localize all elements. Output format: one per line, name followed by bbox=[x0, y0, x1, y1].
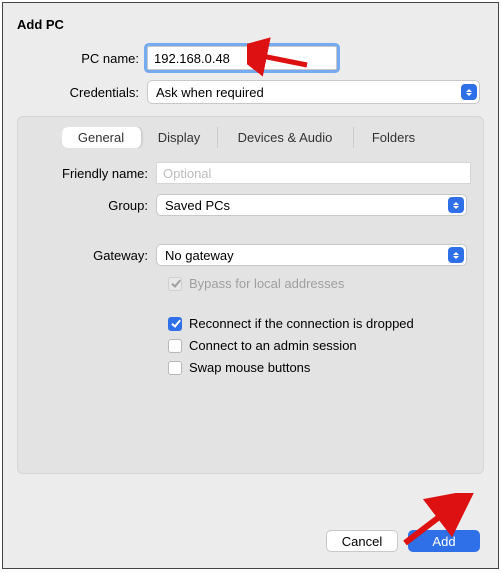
add-button[interactable]: Add bbox=[408, 530, 480, 552]
pc-name-label: PC name: bbox=[17, 51, 147, 66]
dialog-title: Add PC bbox=[17, 17, 484, 32]
group-value: Saved PCs bbox=[165, 198, 230, 213]
bypass-checkbox-row: Bypass for local addresses bbox=[168, 276, 471, 291]
settings-panel: General Display Devices & Audio Folders … bbox=[17, 116, 484, 474]
admin-checkbox[interactable] bbox=[168, 339, 182, 353]
bypass-label: Bypass for local addresses bbox=[189, 276, 344, 291]
tab-folders[interactable]: Folders bbox=[354, 127, 434, 148]
admin-checkbox-row[interactable]: Connect to an admin session bbox=[168, 338, 471, 353]
credentials-dropdown[interactable]: Ask when required bbox=[147, 80, 480, 104]
tab-general[interactable]: General bbox=[62, 127, 142, 148]
pc-name-input[interactable] bbox=[147, 46, 337, 70]
gateway-dropdown[interactable]: No gateway bbox=[156, 244, 467, 266]
admin-label: Connect to an admin session bbox=[189, 338, 357, 353]
swap-label: Swap mouse buttons bbox=[189, 360, 310, 375]
footer-buttons: Cancel Add bbox=[326, 530, 480, 552]
bypass-checkbox bbox=[168, 277, 182, 291]
swap-checkbox-row[interactable]: Swap mouse buttons bbox=[168, 360, 471, 375]
reconnect-label: Reconnect if the connection is dropped bbox=[189, 316, 414, 331]
reconnect-checkbox[interactable] bbox=[168, 317, 182, 331]
swap-checkbox[interactable] bbox=[168, 361, 182, 375]
cancel-button[interactable]: Cancel bbox=[326, 530, 398, 552]
tab-devices-audio[interactable]: Devices & Audio bbox=[218, 127, 354, 148]
tab-bar: General Display Devices & Audio Folders bbox=[62, 127, 440, 148]
chevron-updown-icon bbox=[448, 247, 464, 263]
credentials-label: Credentials: bbox=[17, 85, 147, 100]
credentials-value: Ask when required bbox=[156, 85, 264, 100]
tab-display[interactable]: Display bbox=[142, 127, 218, 148]
group-label: Group: bbox=[30, 198, 156, 213]
group-dropdown[interactable]: Saved PCs bbox=[156, 194, 467, 216]
chevron-updown-icon bbox=[461, 84, 477, 100]
friendly-name-label: Friendly name: bbox=[30, 166, 156, 181]
add-pc-dialog: Add PC PC name: Credentials: Ask when re… bbox=[2, 2, 499, 569]
reconnect-checkbox-row[interactable]: Reconnect if the connection is dropped bbox=[168, 316, 471, 331]
chevron-updown-icon bbox=[448, 197, 464, 213]
friendly-name-input[interactable] bbox=[156, 162, 471, 184]
gateway-value: No gateway bbox=[165, 248, 234, 263]
gateway-label: Gateway: bbox=[30, 248, 156, 263]
